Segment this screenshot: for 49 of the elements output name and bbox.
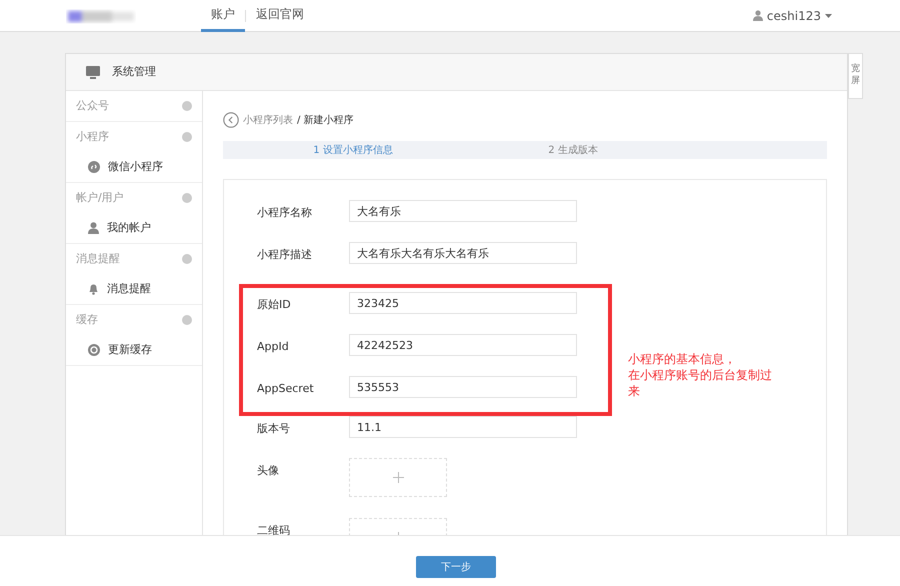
breadcrumb-current: / 新建小程序 bbox=[297, 114, 354, 128]
collapse-indicator-icon[interactable] bbox=[182, 132, 192, 142]
user-icon bbox=[88, 222, 99, 234]
field-label: 小程序名称 bbox=[257, 205, 313, 221]
collapse-indicator-icon[interactable] bbox=[182, 315, 192, 325]
back-icon bbox=[223, 112, 239, 128]
nav-tab[interactable]: 返回官网 bbox=[246, 0, 314, 32]
input-field[interactable]: 大名有乐大名有乐大名有乐 bbox=[349, 242, 577, 264]
collapse-indicator-icon[interactable] bbox=[182, 101, 192, 111]
input-field[interactable]: 535553 bbox=[349, 376, 577, 398]
field-label: 头像 bbox=[257, 463, 280, 479]
field-label: 版本号 bbox=[257, 421, 291, 437]
input-field[interactable]: 42242523 bbox=[349, 334, 577, 356]
sidebar-section-title: 小程序 bbox=[76, 128, 109, 145]
back-button[interactable] bbox=[223, 112, 239, 128]
panel-title: 系统管理 bbox=[112, 64, 156, 80]
field-label: 小程序描述 bbox=[257, 247, 313, 263]
sidebar-section-title: 缓存 bbox=[76, 312, 98, 328]
field-label: AppId bbox=[257, 339, 290, 355]
input-field[interactable]: 大名有乐 bbox=[349, 200, 577, 222]
sidebar-section-title: 公众号 bbox=[76, 98, 109, 114]
sidebar-item[interactable]: 更新缓存 bbox=[66, 335, 202, 365]
user-menu[interactable]: ceshi123 bbox=[746, 6, 838, 26]
sidebar-item[interactable]: 消息提醒 bbox=[66, 274, 202, 304]
refresh-icon bbox=[88, 344, 100, 356]
breadcrumb-link[interactable]: 小程序列表 bbox=[243, 112, 293, 128]
next-button[interactable]: 下一步 bbox=[416, 556, 496, 578]
collapse-indicator-icon[interactable] bbox=[182, 193, 192, 203]
sidebar-section-title: 帐户/用户 bbox=[76, 190, 124, 206]
sidebar-item[interactable]: 微信小程序 bbox=[66, 152, 202, 182]
user-icon bbox=[752, 10, 763, 21]
nav-tab[interactable]: 账户 bbox=[201, 0, 245, 32]
plus-icon bbox=[392, 472, 404, 483]
field-label: 原始ID bbox=[257, 297, 292, 313]
wide-screen-toggle[interactable]: 宽屏 bbox=[848, 53, 863, 99]
sidebar-section-title: 消息提醒 bbox=[76, 250, 120, 267]
collapse-indicator-icon[interactable] bbox=[182, 254, 192, 264]
mini-program-icon bbox=[88, 161, 100, 173]
annotation-text: 小程序的基本信息， bbox=[628, 351, 737, 368]
caret-icon bbox=[825, 14, 832, 18]
upload-box[interactable] bbox=[349, 458, 447, 497]
input-field[interactable]: 323425 bbox=[349, 292, 577, 314]
annotation-text: 在小程序账号的后台复制过来 bbox=[628, 367, 773, 400]
monitor-icon bbox=[86, 66, 100, 78]
input-field[interactable]: 11.1 bbox=[349, 416, 577, 438]
field-label: 二维码 bbox=[257, 523, 291, 538]
field-label: AppSecret bbox=[257, 381, 315, 397]
sidebar-item[interactable]: 我的帐户 bbox=[66, 213, 202, 243]
bell-icon bbox=[88, 283, 99, 295]
